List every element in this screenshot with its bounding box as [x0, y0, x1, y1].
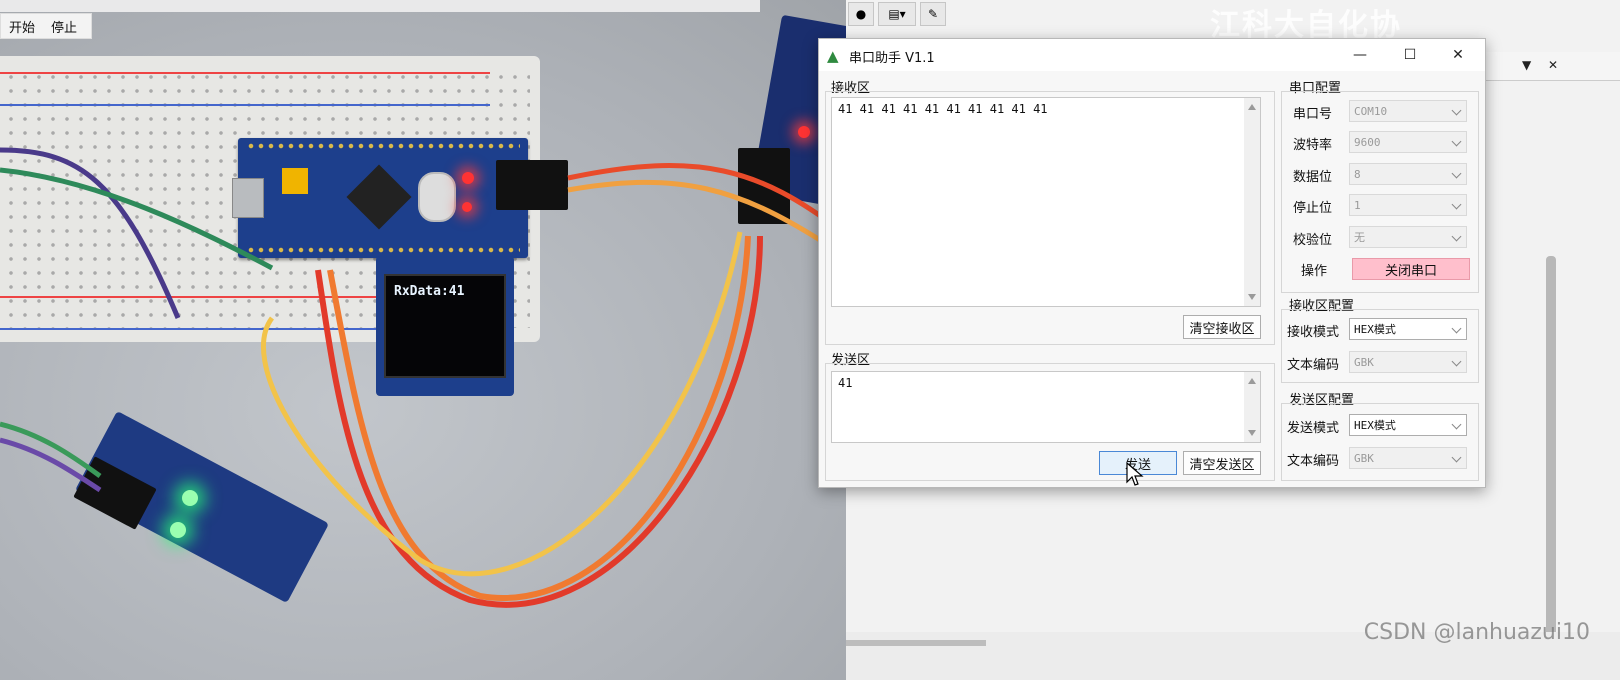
operation-label: 操作: [1301, 264, 1328, 279]
bg-scrollbar[interactable]: [1546, 256, 1556, 648]
clear-receive-button[interactable]: 清空接收区: [1183, 315, 1261, 339]
send-textarea[interactable]: 41: [831, 371, 1261, 443]
layout-icon: ▤▾: [888, 7, 906, 21]
parity-select[interactable]: 无: [1349, 226, 1467, 248]
receive-mode-value: HEX模式: [1354, 323, 1396, 336]
wrench-icon: ✎: [927, 7, 939, 21]
window-title: 串口助手 V1.1: [849, 51, 935, 66]
stopbits-value: 1: [1354, 198, 1361, 212]
chevron-down-icon: [1451, 452, 1462, 463]
bg-toolbar-layout-button[interactable]: ▤▾: [878, 2, 916, 26]
user-icon: ●: [855, 7, 867, 21]
chevron-down-icon: [1451, 419, 1462, 430]
chevron-down-icon: [1451, 356, 1462, 367]
mouse-cursor-icon: [1126, 462, 1144, 486]
chevron-down-icon: [1451, 136, 1462, 147]
receive-content: 41 41 41 41 41 41 41 41 41 41: [838, 102, 1048, 116]
close-button[interactable]: ✕: [1435, 43, 1481, 67]
stopbits-select[interactable]: 1: [1349, 194, 1467, 216]
bg-toolbar-wrench-button[interactable]: ✎: [920, 2, 946, 26]
chevron-down-icon: [1451, 105, 1462, 116]
baud-select[interactable]: 9600: [1349, 131, 1467, 153]
receive-textarea[interactable]: 41 41 41 41 41 41 41 41 41 41: [831, 97, 1261, 307]
scroll-up-icon[interactable]: [1248, 104, 1256, 110]
start-menu-item[interactable]: 开始: [1, 17, 43, 36]
baud-label: 波特率: [1293, 138, 1333, 153]
chevron-down-icon: [1451, 168, 1462, 179]
bg-hscrollbar[interactable]: [846, 640, 986, 646]
bg-toolbar: ● ▤▾ ✎: [846, 0, 968, 26]
scroll-down-icon[interactable]: [1248, 430, 1256, 436]
stopbits-label: 停止位: [1293, 201, 1333, 216]
send-content: 41: [838, 376, 853, 390]
receive-mode-select[interactable]: HEX模式: [1349, 318, 1467, 340]
baud-value: 9600: [1354, 135, 1381, 149]
receive-encoding-select[interactable]: GBK: [1349, 351, 1467, 373]
port-select[interactable]: COM10: [1349, 100, 1467, 122]
close-port-button[interactable]: 关闭串口: [1352, 258, 1470, 280]
parity-value: 无: [1354, 231, 1365, 244]
receive-encoding-value: GBK: [1354, 355, 1374, 369]
receive-scrollbar[interactable]: [1244, 98, 1260, 306]
scroll-down-icon[interactable]: [1248, 294, 1256, 300]
clear-send-button[interactable]: 清空发送区: [1183, 451, 1261, 475]
camera-menu: 开始 停止: [0, 13, 92, 39]
send-mode-label: 发送模式: [1287, 421, 1340, 436]
watermark: CSDN @lanhuazui10: [1363, 620, 1590, 645]
send-mode-value: HEX模式: [1354, 419, 1396, 432]
send-scrollbar[interactable]: [1244, 372, 1260, 442]
chevron-down-icon: [1451, 231, 1462, 242]
send-encoding-select[interactable]: GBK: [1349, 447, 1467, 469]
camera-feed: RxData:41 开始 停止: [0, 0, 872, 680]
maximize-button[interactable]: ☐: [1387, 43, 1433, 67]
databits-value: 8: [1354, 167, 1361, 181]
jumper-wires: [0, 147, 842, 608]
chevron-down-icon: [1451, 199, 1462, 210]
bg-toolbar-user-button[interactable]: ●: [848, 2, 874, 26]
stop-menu-item[interactable]: 停止: [43, 17, 85, 36]
parity-label: 校验位: [1293, 233, 1333, 248]
send-mode-select[interactable]: HEX模式: [1349, 414, 1467, 436]
receive-encoding-label: 文本编码: [1287, 358, 1340, 373]
app-logo-icon: ▲: [827, 47, 839, 65]
send-encoding-value: GBK: [1354, 451, 1374, 465]
minimize-button[interactable]: —: [1337, 43, 1383, 67]
bg-panel-header: ▼ ✕: [1480, 52, 1620, 81]
serial-assistant-window: ▲ 串口助手 V1.1 — ☐ ✕ 接收区 41 41 41 41 41 41 …: [818, 38, 1486, 488]
scroll-up-icon[interactable]: [1248, 378, 1256, 384]
window-titlebar[interactable]: ▲ 串口助手 V1.1 — ☐ ✕: [819, 39, 1485, 71]
panel-dropdown-icon[interactable]: ▼: [1522, 58, 1531, 72]
receive-mode-label: 接收模式: [1287, 325, 1340, 340]
databits-select[interactable]: 8: [1349, 163, 1467, 185]
chevron-down-icon: [1451, 323, 1462, 334]
databits-label: 数据位: [1293, 170, 1333, 185]
send-encoding-label: 文本编码: [1287, 454, 1340, 469]
panel-close-icon[interactable]: ✕: [1548, 58, 1558, 72]
port-label: 串口号: [1293, 107, 1333, 122]
port-value: COM10: [1354, 104, 1388, 118]
